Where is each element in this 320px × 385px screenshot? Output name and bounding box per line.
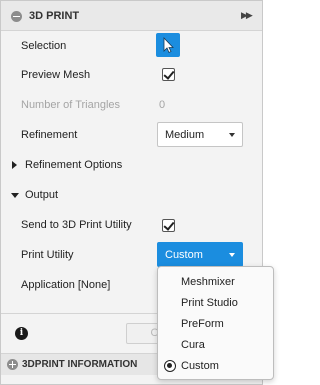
print-utility-dropdown[interactable]: Custom	[157, 242, 243, 267]
number-of-triangles-value: 0	[159, 99, 166, 111]
cursor-arrow-icon	[163, 36, 174, 54]
menu-item-custom[interactable]: Custom	[181, 360, 219, 372]
send-to-utility-label: Send to 3D Print Utility	[21, 219, 132, 231]
dialog-titlebar: 3D PRINT ▶▶	[1, 1, 262, 31]
fast-forward-icon[interactable]: ▶▶	[241, 10, 253, 21]
collapse-arrow-icon[interactable]	[11, 193, 19, 198]
refinement-label: Refinement	[21, 129, 78, 141]
application-label: Application [None]	[21, 279, 111, 291]
print-utility-label: Print Utility	[21, 249, 74, 261]
info-icon[interactable]: i	[15, 327, 28, 340]
menu-item-meshmixer[interactable]: Meshmixer	[181, 276, 235, 288]
chevron-down-icon	[229, 253, 235, 257]
menu-item-cura[interactable]: Cura	[181, 339, 205, 351]
print-utility-value: Custom	[165, 249, 203, 261]
refinement-options-header[interactable]: Refinement Options	[25, 159, 122, 171]
menu-item-print-studio[interactable]: Print Studio	[181, 297, 238, 309]
output-header[interactable]: Output	[25, 189, 58, 201]
refinement-value: Medium	[165, 129, 205, 141]
expand-arrow-icon[interactable]	[12, 161, 17, 169]
selection-label: Selection	[21, 40, 67, 52]
selected-radio-icon	[164, 360, 176, 372]
collapse-icon[interactable]	[11, 11, 22, 22]
3dprint-information-label: 3DPRINT INFORMATION	[22, 359, 138, 370]
menu-item-preform[interactable]: PreForm	[181, 318, 224, 330]
dialog-title: 3D PRINT	[29, 10, 80, 22]
chevron-down-icon	[229, 133, 235, 137]
preview-mesh-checkbox[interactable]	[162, 68, 175, 81]
number-of-triangles-label: Number of Triangles	[21, 99, 121, 111]
send-to-utility-checkbox[interactable]	[162, 219, 175, 232]
selection-button[interactable]	[156, 33, 180, 57]
expand-icon[interactable]	[7, 359, 18, 370]
print-utility-menu: Meshmixer Print Studio PreForm Cura Cust…	[157, 266, 274, 380]
refinement-dropdown[interactable]: Medium	[157, 122, 243, 147]
preview-mesh-label: Preview Mesh	[21, 69, 91, 81]
